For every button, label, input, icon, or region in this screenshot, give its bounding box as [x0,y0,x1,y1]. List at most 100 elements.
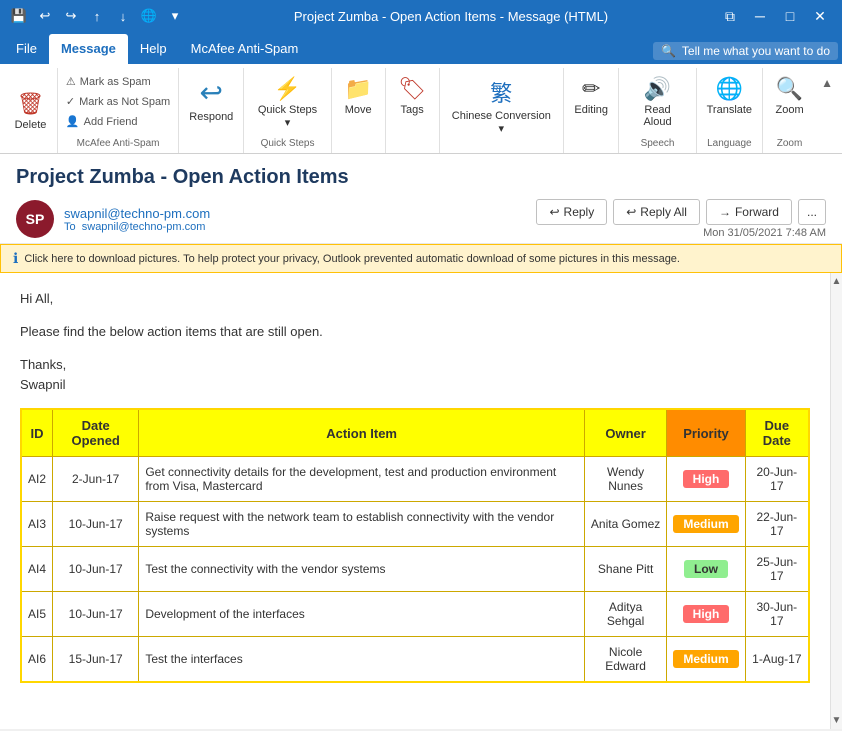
priority-badge: High [683,470,730,488]
mark-not-spam-label: Mark as Not Spam [79,96,170,108]
maximize-button[interactable]: □ [776,2,804,30]
cell-owner: Anita Gomez [584,502,666,547]
delete-button[interactable]: 🗑 Delete [8,87,52,135]
cell-date: 15-Jun-17 [53,637,139,683]
tab-help[interactable]: Help [128,34,179,64]
quick-steps-button[interactable]: ⚡ Quick Steps ▾ [250,72,324,133]
delete-icon: 🗑 [17,91,45,117]
editing-button[interactable]: ✏ Editing [568,72,614,120]
window-controls: ⧉ ─ □ ✕ [716,2,834,30]
quick-steps-icon: ⚡ [274,76,301,102]
email-header: Project Zumba - Open Action Items SP swa… [0,154,842,244]
forward-button[interactable]: → Forward [706,199,792,225]
mark-spam-button[interactable]: ⚠ Mark as Spam [60,72,176,91]
to-label: To [64,221,76,233]
cell-priority: Low [667,547,745,592]
zoom-button[interactable]: 🔍 Zoom [768,72,812,120]
cell-priority: High [667,592,745,637]
group-quick-steps: ⚡ Quick Steps ▾ Quick Steps [244,68,331,153]
more-actions-button[interactable]: ... [798,199,826,225]
forward-icon: → [719,205,731,219]
privacy-text: Click here to download pictures. To help… [24,253,680,265]
email-title: Project Zumba - Open Action Items [16,166,826,189]
cell-action: Development of the interfaces [139,592,585,637]
group-delete: 🗑 Delete [4,68,58,153]
quick-steps-label: Quick Steps ▾ [256,104,318,129]
sign-off: Thanks,Swapnil [20,355,810,397]
body-text: Please find the below action items that … [20,322,810,343]
sender-to: To swapnil@techno-pm.com [64,221,210,233]
undo-icon[interactable]: ↩ [34,5,56,27]
mark-not-spam-button[interactable]: ✓ Mark as Not Spam [60,92,176,111]
action-table: ID Date Opened Action Item Owner Priorit… [20,408,810,683]
cell-id: AI4 [21,547,53,592]
actions-and-date: ↩ Reply ↩ Reply All → Forward ... [536,199,826,239]
reply-all-label: Reply All [640,205,687,219]
col-date: Date Opened [53,409,139,457]
cell-due: 20-Jun-17 [745,457,809,502]
privacy-notice[interactable]: ℹ Click here to download pictures. To he… [0,244,842,273]
respond-button[interactable]: ↩ Respond [183,72,239,127]
tab-mcafee[interactable]: McAfee Anti-Spam [179,34,311,64]
group-move: 📁 Move [332,68,386,153]
delete-label: Delete [15,119,47,131]
cell-date: 10-Jun-17 [53,502,139,547]
table-row: AI6 15-Jun-17 Test the interfaces Nicole… [21,637,809,683]
group-language-label: Language [707,138,752,149]
email-date: Mon 31/05/2021 7:48 AM [703,227,826,239]
redo-icon[interactable]: ↪ [60,5,82,27]
group-quick-steps-label: Quick Steps [261,138,315,149]
col-action: Action Item [139,409,585,457]
to-email: swapnil@techno-pm.com [82,221,206,233]
priority-badge: High [683,605,730,623]
cell-action: Raise request with the network team to e… [139,502,585,547]
scroll-up-icon[interactable]: ▲ [829,273,842,290]
up-icon[interactable]: ↑ [86,5,108,27]
add-friend-button[interactable]: 👤 Add Friend [60,112,176,131]
title-bar: 💾 ↩ ↪ ↑ ↓ 🌐 ▾ Project Zumba - Open Actio… [0,0,842,32]
tab-message[interactable]: Message [49,34,128,64]
tab-file[interactable]: File [4,34,49,64]
greeting: Hi All, [20,289,810,310]
minimize-button[interactable]: ─ [746,2,774,30]
cell-due: 1-Aug-17 [745,637,809,683]
scroll-down-icon[interactable]: ▼ [829,712,842,729]
table-row: AI4 10-Jun-17 Test the connectivity with… [21,547,809,592]
cell-priority: Medium [667,502,745,547]
search-bar[interactable]: 🔍 Tell me what you want to do [653,42,838,60]
more-icon: ... [807,205,817,219]
cell-priority: High [667,457,745,502]
zoom-label: Zoom [775,104,803,116]
scrollbar[interactable]: ▲ ▼ [830,273,842,729]
tags-button[interactable]: 🏷 Tags [390,72,434,120]
cell-owner: Shane Pitt [584,547,666,592]
translate-button[interactable]: 🌐 Translate [701,72,758,120]
quick-access-toolbar: 💾 ↩ ↪ ↑ ↓ 🌐 ▾ [8,5,186,27]
sender-email: swapnil@techno-pm.com [64,206,210,221]
not-spam-icon: ✓ [66,95,75,108]
restore-icon[interactable]: ⧉ [716,2,744,30]
priority-badge: Medium [673,515,738,533]
email-body: Hi All, Please find the below action ite… [0,273,830,729]
move-button[interactable]: 📁 Move [336,72,380,120]
down-icon[interactable]: ↓ [112,5,134,27]
collapse-ribbon-icon[interactable]: ▲ [816,72,838,94]
col-priority: Priority [667,409,745,457]
cell-id: AI3 [21,502,53,547]
translate-label: Translate [707,104,752,116]
group-tags: 🏷 Tags [386,68,440,153]
reply-button[interactable]: ↩ Reply [536,199,607,225]
cell-id: AI6 [21,637,53,683]
more-qa-icon[interactable]: ▾ [164,5,186,27]
actions-icon[interactable]: 🌐 [138,5,160,27]
table-row: AI5 10-Jun-17 Development of the interfa… [21,592,809,637]
save-icon[interactable]: 💾 [8,5,30,27]
close-button[interactable]: ✕ [806,2,834,30]
read-aloud-button[interactable]: 🔊 Read Aloud [625,72,689,132]
col-owner: Owner [584,409,666,457]
reply-all-icon: ↩ [626,205,636,219]
chinese-conversion-button[interactable]: 繁 Chinese Conversion ▾ [446,72,557,139]
reply-label: Reply [564,205,595,219]
reply-all-button[interactable]: ↩ Reply All [613,199,700,225]
chinese-label: Chinese Conversion ▾ [452,110,551,135]
